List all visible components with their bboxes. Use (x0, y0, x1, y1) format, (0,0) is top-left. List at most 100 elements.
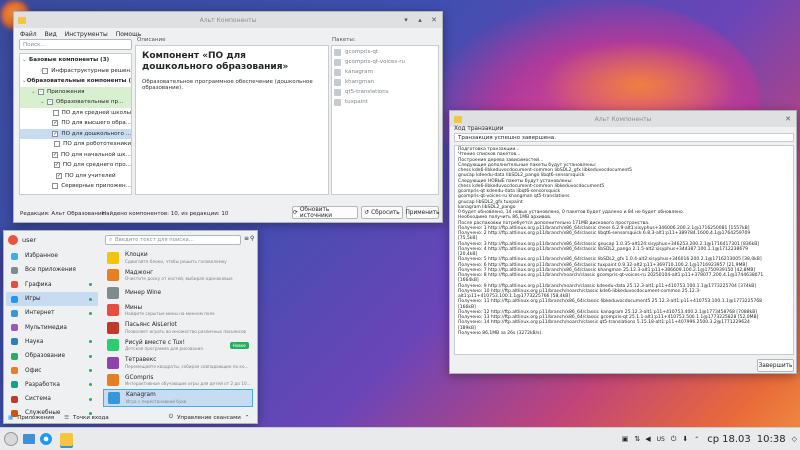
tab-applications[interactable]: Приложения (17, 415, 54, 421)
pin-icon[interactable]: ⚲ (250, 235, 254, 242)
tree-checkbox[interactable] (52, 109, 59, 116)
app-item[interactable]: Пасьянс AisLeriot Позволяет играть во мно… (103, 319, 253, 337)
category-item[interactable]: Образование (6, 349, 98, 363)
notifications-icon[interactable]: ▣ (622, 435, 629, 443)
tab-places[interactable]: Точки входа (73, 415, 109, 421)
tree-item[interactable]: ⌄ Базовые компоненты (3) (20, 55, 131, 66)
tree-checkbox[interactable]: ✓ (53, 162, 60, 169)
tree-checkbox[interactable]: ✓ (52, 151, 58, 158)
app-description: Позволяет играть во множество различных … (125, 328, 247, 334)
app-icon (108, 391, 120, 404)
menu-tools[interactable]: Инструменты (65, 31, 108, 38)
app-item[interactable]: Тетравекс Перемещайте квадраты, собирая с… (103, 354, 253, 372)
volume-icon[interactable]: ◀ (645, 435, 650, 443)
package-item[interactable]: kanagram (332, 67, 438, 77)
tree-item[interactable]: › Инфраструктурные решен... (20, 66, 131, 77)
app-item[interactable]: Рисуй вместе с Tux! Детская программа для… (103, 337, 253, 355)
maximize-icon[interactable]: ▴ (416, 16, 424, 24)
app-item[interactable]: Маджонг Очистите доску от костей, выбирая… (103, 267, 253, 285)
package-item[interactable]: tuxpaint (332, 97, 438, 107)
tree-item[interactable]: ПО для робототехники (20, 139, 131, 150)
menu-view[interactable]: Вид (45, 31, 57, 38)
file-manager-icon[interactable] (23, 434, 35, 444)
tree-checkbox[interactable]: ✓ (56, 172, 62, 179)
app-item[interactable]: Минер Wine (103, 284, 253, 302)
category-item[interactable]: Все приложения (6, 263, 98, 277)
reset-button[interactable]: ↺ Сбросить (361, 206, 403, 219)
launcher-icon[interactable] (4, 432, 18, 446)
tree-checkbox[interactable]: – (38, 88, 44, 95)
components-task-icon[interactable] (60, 432, 73, 446)
components-titlebar[interactable]: Альт Компоненты ▾ ▴ ✕ (14, 12, 442, 28)
tree-checkbox[interactable]: – (47, 99, 53, 106)
close-icon[interactable]: ✕ (430, 16, 438, 24)
launcher-search-input[interactable]: ⌕ Введите текст для поиска... (105, 235, 241, 245)
session-button[interactable]: Управление сеансами (177, 415, 241, 421)
package-item[interactable]: gcompris-qt (332, 47, 438, 57)
network-icon[interactable]: ⇅ (634, 435, 640, 443)
app-item[interactable]: KHangMan (103, 407, 253, 410)
status-found: Найдено компонентов: 10, из редакции: 10 (102, 211, 229, 217)
refresh-sources-button[interactable]: ⟳ Обновить источники (292, 206, 358, 219)
tree-item[interactable]: ⌄ – Приложения (20, 86, 131, 97)
keyboard-layout[interactable]: US (657, 436, 665, 443)
package-item[interactable]: khangman (332, 77, 438, 87)
tree-checkbox[interactable] (42, 67, 49, 74)
app-icon (107, 304, 119, 317)
clock-time[interactable]: 10:38 (757, 434, 786, 445)
configure-icon[interactable]: ≡ (244, 235, 249, 242)
tree-item[interactable]: ✓ ПО для высшего обра... (20, 118, 131, 129)
tray-expand-icon[interactable]: ⌃ (694, 436, 699, 443)
category-item[interactable]: Мультимедиа (6, 320, 98, 334)
show-desktop-icon[interactable]: ◇ (792, 435, 797, 443)
chevron-up-icon[interactable]: ⌃ (245, 415, 250, 421)
transaction-log[interactable]: Подготовка транзакции... Чтение списков п… (454, 145, 794, 355)
category-item[interactable]: Графика (6, 278, 98, 292)
tree-checkbox[interactable] (52, 183, 59, 190)
tree-item[interactable]: ✓ ПО для среднего про... (20, 160, 131, 171)
app-item[interactable]: Мины Найдите скрытые мины на минном поле (103, 302, 253, 320)
tree-item[interactable]: ✓ ПО для дошкольного ... (20, 128, 131, 139)
app-item[interactable]: Клоцки Сдвигайте блоки, чтобы решить голо… (103, 249, 253, 267)
category-item[interactable]: Интернет (6, 306, 98, 320)
tree-item[interactable]: ⌄ – Образовательные пр... (20, 97, 131, 108)
expander-icon[interactable]: ⌄ (40, 99, 47, 105)
tree-checkbox[interactable] (54, 141, 61, 148)
tree-checkbox[interactable]: ✓ (52, 120, 59, 127)
tree-item[interactable]: ✓ ПО для начальной шк... (20, 150, 131, 161)
updates-icon[interactable]: ⬇ (682, 435, 688, 443)
app-description: Интерактивные обучающие игры для детей о… (125, 381, 251, 386)
expander-icon[interactable]: ⌄ (22, 57, 29, 63)
package-item[interactable]: qt5-translations (332, 87, 438, 97)
power-tray-icon[interactable]: ⏻ (671, 435, 677, 444)
category-item[interactable]: Игры (6, 291, 98, 307)
tree-checkbox[interactable]: ✓ (52, 130, 59, 137)
browser-icon[interactable] (40, 433, 52, 445)
description-header: Описание (137, 37, 166, 43)
clock-date[interactable]: 18.03 (722, 434, 751, 445)
category-item[interactable]: Избранное (6, 249, 98, 263)
status-edition: Редакция: Альт Образование (20, 211, 105, 217)
category-item[interactable]: Наука (6, 335, 98, 349)
expander-icon[interactable]: ⌄ (31, 89, 38, 95)
category-item[interactable]: Система (6, 392, 98, 406)
minimize-icon[interactable]: ▾ (402, 16, 410, 24)
menu-file[interactable]: Файл (20, 31, 37, 38)
apply-button[interactable]: Применить (405, 206, 440, 219)
category-item[interactable]: Разработка (6, 378, 98, 392)
clock-day[interactable]: ср (707, 434, 719, 445)
package-item[interactable]: gcompris-qt-voices-ru (332, 57, 438, 67)
finish-button[interactable]: Завершить (757, 359, 794, 372)
app-item[interactable]: Kanagram Игра с перестановкой букв (103, 389, 253, 407)
search-input[interactable]: Поиск... (19, 39, 132, 50)
tree-item[interactable]: ✓ ПО для учителей (20, 171, 131, 182)
close-icon[interactable]: ✕ (784, 115, 792, 123)
tree-item[interactable]: Серверные приложен... (20, 181, 131, 192)
tree-item[interactable]: ⌄ Образовательные компоненты (7) (20, 76, 131, 87)
category-icon (11, 395, 18, 403)
app-item[interactable]: GCompris Интерактивные обучающие игры для… (103, 372, 253, 390)
tree-item[interactable]: ПО для средней школы (20, 108, 131, 119)
category-item[interactable]: Офис (6, 363, 98, 377)
avatar[interactable] (8, 234, 18, 245)
transaction-titlebar[interactable]: Альт Компоненты ✕ (450, 111, 796, 127)
